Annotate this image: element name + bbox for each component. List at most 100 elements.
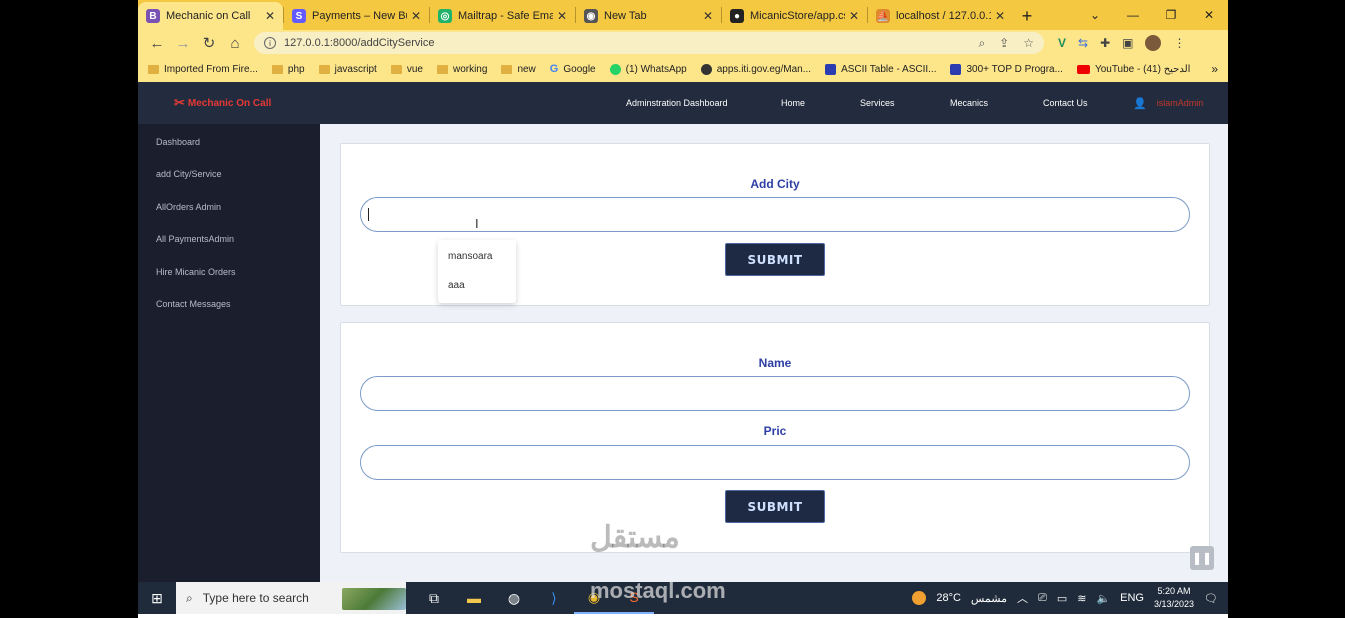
tools-icon: ✂ [174, 95, 185, 110]
volume-icon[interactable]: 🔈 [1096, 592, 1110, 605]
service-name-input[interactable] [360, 376, 1190, 411]
bookmark-item[interactable]: G Google [550, 63, 596, 75]
notification-icon[interactable]: 🗨 [1204, 592, 1218, 605]
clock[interactable]: 5:20 AM 3/13/2023 [1154, 585, 1194, 611]
browser-tab[interactable]: ● MicanicStore/app.css ✕ [722, 2, 867, 30]
folder-icon [436, 64, 448, 74]
reload-icon[interactable]: ↻ [196, 34, 222, 52]
sidebar-item[interactable]: add City/Service [156, 169, 222, 179]
zoom-icon[interactable]: ⌕ [978, 36, 985, 51]
profile-avatar[interactable] [1145, 35, 1162, 51]
nav-link[interactable]: Home [781, 98, 805, 108]
bookmark-item[interactable]: ASCII Table - ASCII... [825, 63, 936, 75]
service-price-input[interactable] [360, 445, 1190, 480]
meet-icon[interactable]: ⎚ [1038, 592, 1047, 605]
close-tab-icon[interactable]: ✕ [703, 9, 713, 23]
bookmark-item[interactable]: php [271, 64, 305, 75]
sidebar-item[interactable]: AllOrders Admin [156, 202, 221, 212]
autocomplete-option[interactable]: mansoara [448, 251, 492, 262]
extensions-puzzle-icon[interactable]: ✚ [1100, 36, 1110, 50]
add-city-card: Add City I SUBMIT mansoara aaa [340, 143, 1210, 306]
sidebar-item[interactable]: Contact Messages [156, 299, 231, 309]
menu-kebab-icon[interactable]: ⋮ [1173, 36, 1185, 50]
bookmark-label: (1) WhatsApp [625, 63, 687, 75]
tab-title: New Tab [604, 10, 647, 22]
bookmark-item[interactable]: vue [390, 64, 423, 75]
sidebar-item[interactable]: Dashboard [156, 137, 200, 147]
taskbar-search[interactable]: ⌕ Type here to search [176, 582, 406, 614]
browser-tab[interactable]: ◎ Mailtrap - Safe Email T ✕ [430, 2, 575, 30]
home-icon[interactable]: ⌂ [222, 35, 248, 52]
close-tab-icon[interactable]: ✕ [557, 9, 567, 23]
sidepanel-icon[interactable]: ▣ [1122, 36, 1133, 50]
stripe-icon: S [292, 9, 306, 23]
browser-tab[interactable]: ⛵ localhost / 127.0.0.1 / ✕ [868, 2, 1013, 30]
autocomplete-option[interactable]: aaa [448, 280, 465, 291]
bookmark-item[interactable]: 300+ TOP D Progra... [950, 63, 1063, 75]
bookmark-item[interactable]: (1) WhatsApp [609, 63, 687, 75]
square-icon [950, 63, 962, 75]
folder-icon [318, 64, 330, 74]
forward-icon[interactable]: → [170, 35, 196, 52]
bookmark-item[interactable]: javascript [318, 63, 377, 75]
nav-link[interactable]: Services [860, 98, 895, 108]
close-tab-icon[interactable]: ✕ [411, 9, 421, 23]
nav-link[interactable]: Adminstration Dashboard [626, 98, 728, 108]
service-submit-button[interactable]: SUBMIT [725, 490, 825, 523]
nav-link[interactable]: Mecanics [950, 98, 988, 108]
vscode-icon[interactable]: ⟩ [534, 582, 574, 614]
name-label: Name [758, 356, 792, 370]
address-bar[interactable]: i 127.0.0.1:8000/addCityService ⌕ ⇪ ☆ [254, 32, 1044, 54]
bookmark-item[interactable]: Imported From Fire... [148, 64, 258, 75]
windows-start-icon[interactable]: ⊞ [138, 582, 176, 614]
minimize-icon[interactable]: — [1114, 0, 1152, 30]
close-tab-icon[interactable]: ✕ [995, 9, 1005, 23]
vue-devtools-icon[interactable]: V [1058, 36, 1066, 50]
bootstrap-icon: B [146, 9, 160, 23]
browser-tab[interactable]: ◉ New Tab ✕ [576, 2, 721, 30]
new-tab-icon[interactable]: + [1013, 2, 1041, 30]
bookmark-label: working [452, 63, 488, 75]
bookmark-item[interactable]: apps.iti.gov.eg/Man... [700, 63, 811, 75]
file-explorer-icon[interactable]: ▬ [454, 582, 494, 614]
tray-chevron-icon[interactable]: ︿ [1017, 590, 1028, 606]
browser-tab[interactable]: B Mechanic on Call ✕ [138, 2, 283, 30]
url-text: 127.0.0.1:8000/addCityService [284, 37, 435, 49]
sidebar-item[interactable]: All PaymentsAdmin [156, 234, 234, 244]
task-view-icon[interactable]: ⧉ [414, 582, 454, 614]
nav-link[interactable]: Contact Us [1043, 98, 1088, 108]
bookmark-item[interactable]: YouTube - الدحيح (41) [1076, 63, 1191, 75]
network-app-icon[interactable]: ◍ [494, 582, 534, 614]
sidebar-item[interactable]: Hire Micanic Orders [156, 267, 236, 277]
close-tab-icon[interactable]: ✕ [265, 9, 275, 23]
battery-icon[interactable]: ▭ [1057, 592, 1067, 605]
search-icon: ⌕ [186, 590, 193, 605]
bookmark-item[interactable]: new [501, 64, 536, 75]
brand-logo[interactable]: ✂ Mechanic On Call [174, 95, 271, 111]
close-tab-icon[interactable]: ✕ [849, 9, 859, 23]
wifi-icon[interactable]: ≋ [1077, 592, 1086, 605]
site-info-icon[interactable]: i [264, 37, 276, 49]
back-icon[interactable]: ← [144, 35, 170, 52]
close-window-icon[interactable]: ✕ [1190, 0, 1228, 30]
translate-icon[interactable]: ⇆ [1078, 36, 1088, 50]
bookmark-star-icon[interactable]: ☆ [1023, 36, 1034, 51]
search-highlight-image [342, 588, 406, 610]
bookmark-label: javascript [334, 63, 377, 75]
mailtrap-icon: ◎ [438, 9, 452, 23]
square-icon [825, 63, 837, 75]
share-icon[interactable]: ⇪ [999, 36, 1009, 51]
tab-search-icon[interactable]: ⌄ [1076, 0, 1114, 30]
tab-title: Payments – New Busir [312, 10, 407, 22]
watermark-latin: mostaql.com [590, 578, 726, 603]
bookmark-label: YouTube - الدحيح (41) [1094, 63, 1191, 75]
browser-tab[interactable]: S Payments – New Busir ✕ [284, 2, 429, 30]
nav-user[interactable]: 👤 islamAdmin [1133, 97, 1203, 110]
bookmarks-overflow-icon[interactable]: » [1211, 62, 1218, 76]
bookmark-item[interactable]: working [436, 63, 488, 75]
city-submit-button[interactable]: SUBMIT [725, 243, 825, 276]
restore-icon[interactable]: ❐ [1152, 0, 1190, 30]
pause-icon[interactable]: ❚❚ [1190, 546, 1214, 570]
city-input[interactable] [360, 197, 1190, 232]
language-indicator[interactable]: ENG [1120, 592, 1144, 604]
